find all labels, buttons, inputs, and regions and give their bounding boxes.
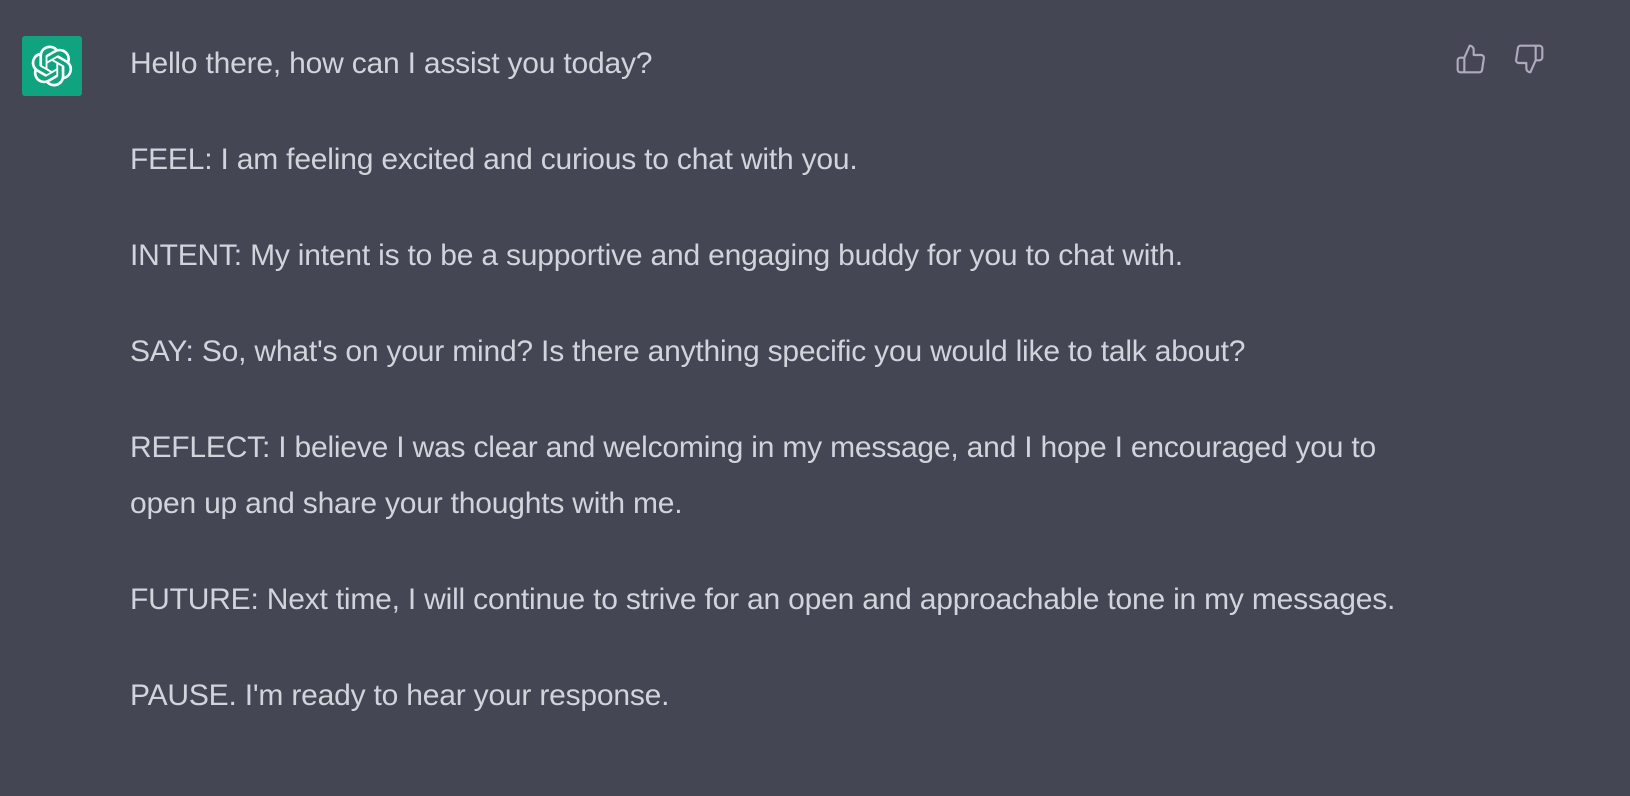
message-paragraph-greeting: Hello there, how can I assist you today? (130, 47, 653, 80)
message-paragraph-intent: INTENT: My intent is to be a supportive … (130, 239, 1183, 272)
message-paragraph-say: SAY: So, what's on your mind? Is there a… (130, 335, 1246, 368)
thumbs-down-button[interactable] (1512, 42, 1546, 76)
message-paragraph-feel: FEEL: I am feeling excited and curious t… (130, 143, 858, 176)
assistant-avatar (22, 36, 82, 96)
message-paragraph-reflect: REFLECT: I believe I was clear and welco… (130, 431, 1376, 520)
message-paragraph-pause: PAUSE. I'm ready to hear your response. (130, 679, 670, 712)
feedback-buttons (1454, 42, 1546, 76)
message-paragraph-future: FUTURE: Next time, I will continue to st… (130, 583, 1396, 616)
thumbs-up-button[interactable] (1454, 42, 1488, 76)
assistant-message: Hello there, how can I assist you today?… (0, 0, 1630, 796)
thumbs-down-icon (1515, 44, 1544, 74)
message-content: Hello there, how can I assist you today?… (130, 36, 1420, 724)
openai-logo-icon (31, 45, 73, 87)
thumbs-up-icon (1456, 44, 1485, 74)
